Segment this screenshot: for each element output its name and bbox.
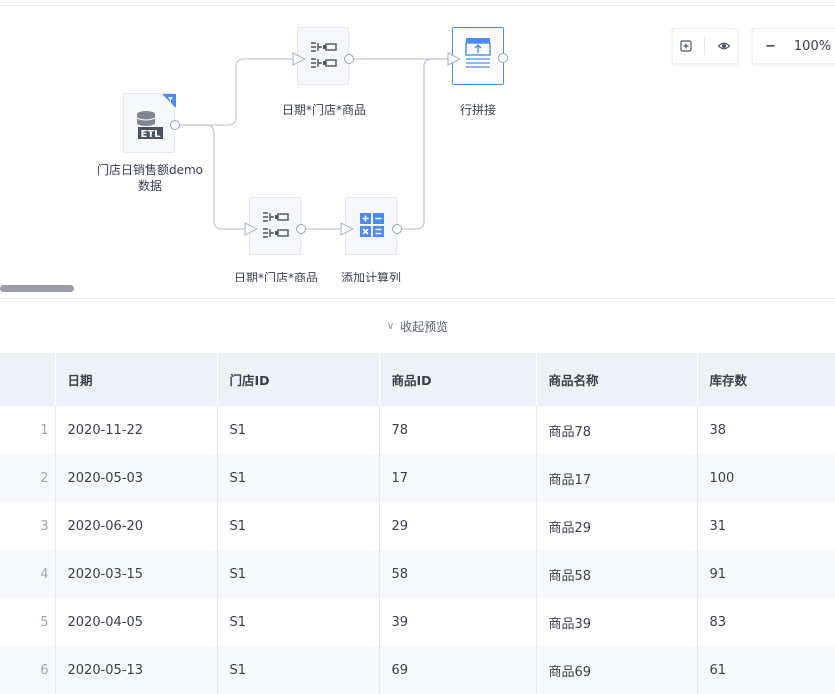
table-row: 4 2020-03-15 S1 58 商品58 91	[0, 550, 835, 598]
table-cell: S1	[217, 646, 380, 694]
group-top-out-port[interactable]	[344, 54, 354, 64]
svg-text:ETL: ETL	[140, 129, 161, 140]
row-index: 2	[0, 454, 56, 502]
calc-column-node[interactable]	[340, 197, 402, 255]
table-cell: 2020-05-13	[55, 646, 218, 694]
union-out-port[interactable]	[498, 53, 508, 63]
table-cell: 61	[697, 646, 835, 694]
table-cell: 17	[379, 454, 537, 502]
group-top-label: 日期*门店*商品	[281, 103, 366, 117]
row-index: 3	[0, 502, 56, 550]
table-row: 3 2020-06-20 S1 29 商品29 31	[0, 502, 835, 550]
table-cell: 69	[379, 646, 537, 694]
toolbar-divider	[704, 37, 706, 55]
preview-toggle[interactable]: ∨ 收起预览	[0, 298, 835, 353]
calc-column-label: 添加计算列	[340, 271, 401, 282]
table-cell: 100	[697, 454, 835, 502]
source-out-port[interactable]	[170, 120, 180, 130]
view-toolbar	[672, 28, 738, 64]
table-cell: 58	[379, 550, 537, 598]
etl-database-icon: ETL	[136, 94, 176, 140]
table-cell: 91	[697, 550, 835, 598]
union-in-port[interactable]	[447, 52, 461, 66]
row-index: 4	[0, 550, 56, 598]
row-index: 1	[0, 406, 56, 454]
table-cell: 商品78	[536, 406, 698, 454]
zoom-control: − 100%	[752, 28, 835, 64]
column-header[interactable]: 日期	[55, 353, 218, 406]
preview-toggle-label: 收起预览	[400, 319, 449, 334]
table-cell: S1	[217, 550, 380, 598]
row-index: 5	[0, 598, 56, 646]
calc-in-port[interactable]	[340, 222, 354, 236]
edge-calc-to-union	[402, 58, 450, 230]
table-header-row: 日期 门店ID 商品ID 商品名称 库存数	[0, 353, 835, 406]
group-bottom-node[interactable]	[244, 197, 306, 255]
canvas-scrollbar[interactable]	[0, 282, 835, 292]
table-cell: 39	[379, 598, 537, 646]
group-bottom-in-port[interactable]	[244, 222, 258, 236]
table-row: 1 2020-11-22 S1 78 商品78 38	[0, 406, 835, 454]
column-header[interactable]: 商品ID	[379, 353, 537, 406]
table-cell: 78	[379, 406, 537, 454]
column-header[interactable]: 门店ID	[217, 353, 380, 406]
zoom-level: 100%	[793, 38, 832, 54]
canvas-scrollbar-thumb[interactable]	[0, 285, 74, 292]
group-bottom-label: 日期*门店*商品	[233, 271, 318, 282]
preview-table: 日期 门店ID 商品ID 商品名称 库存数 1 2020-11-22 S1 78…	[0, 353, 835, 694]
source-etl-node[interactable]: ETL	[123, 93, 180, 153]
table-cell: S1	[217, 406, 380, 454]
eye-icon[interactable]	[717, 39, 731, 53]
table-cell: 2020-05-03	[55, 454, 218, 502]
table-cell: 商品39	[536, 598, 698, 646]
table-cell: S1	[217, 502, 380, 550]
table-cell: 商品58	[536, 550, 698, 598]
table-cell: 2020-06-20	[55, 502, 218, 550]
table-cell: S1	[217, 454, 380, 502]
row-union-node[interactable]	[447, 27, 508, 85]
table-cell: 38	[697, 406, 835, 454]
table-cell: 31	[697, 502, 835, 550]
table-row: 6 2020-05-13 S1 69 商品69 61	[0, 646, 835, 694]
table-cell: 29	[379, 502, 537, 550]
table-cell: 2020-03-15	[55, 550, 218, 598]
fit-view-icon[interactable]	[679, 39, 693, 53]
table-row: 5 2020-04-05 S1 39 商品39 83	[0, 598, 835, 646]
index-header	[0, 353, 56, 406]
group-bottom-out-port[interactable]	[296, 224, 306, 234]
table-cell: 商品69	[536, 646, 698, 694]
table-cell: 商品17	[536, 454, 698, 502]
table-cell: 83	[697, 598, 835, 646]
table-cell: 2020-11-22	[55, 406, 218, 454]
row-index: 6	[0, 646, 56, 694]
chevron-down-icon: ∨	[386, 320, 395, 332]
zoom-out-button[interactable]: −	[765, 39, 776, 54]
source-node-label: 门店日销售额demo 数据	[96, 163, 204, 193]
table-cell: 商品29	[536, 502, 698, 550]
table-cell: 2020-04-05	[55, 598, 218, 646]
group-top-node[interactable]	[292, 27, 354, 85]
table-row: 2 2020-05-03 S1 17 商品17 100	[0, 454, 835, 502]
calc-out-port[interactable]	[392, 224, 402, 234]
group-top-in-port[interactable]	[292, 52, 306, 66]
column-header[interactable]: 商品名称	[536, 353, 698, 406]
row-union-label: 行拼接	[459, 103, 496, 117]
column-header[interactable]: 库存数	[697, 353, 835, 406]
table-cell: S1	[217, 598, 380, 646]
flow-canvas[interactable]: ETL 门店日销售额demo 数据 日期*门店*商品 日期*门店*商品 添加计算…	[0, 0, 835, 282]
